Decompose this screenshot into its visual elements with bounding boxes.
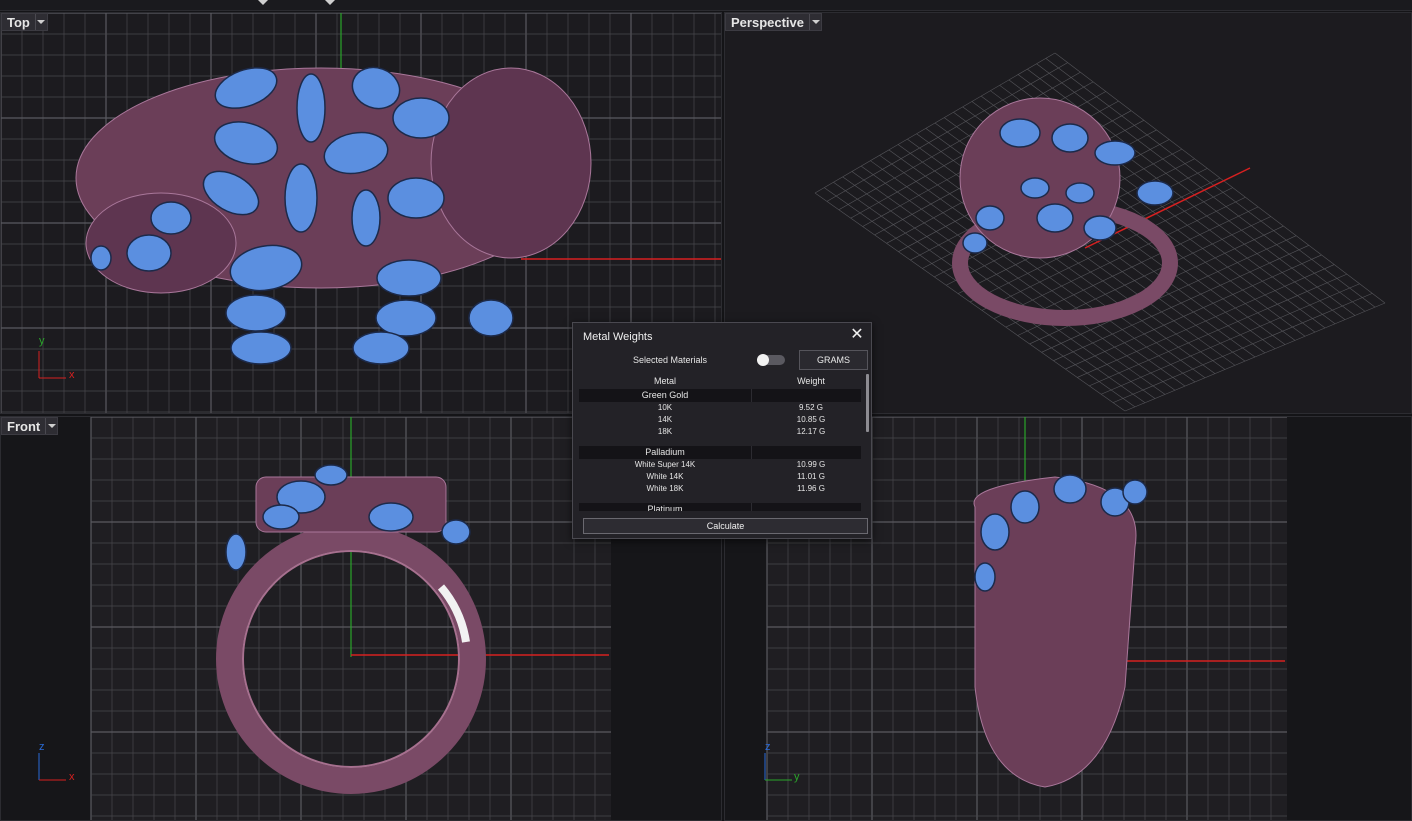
group-name: Platinum <box>647 504 683 511</box>
toolbar-marker-icon <box>325 0 335 5</box>
metal-weight: 10.85 G <box>796 415 826 424</box>
group-name: Palladium <box>645 447 685 457</box>
table-scrollbar[interactable] <box>866 374 869 432</box>
table-row[interactable]: White 14K 11.01 G <box>579 471 861 483</box>
viewport-title: Perspective <box>731 14 804 30</box>
viewport-label-front[interactable]: Front <box>1 417 59 435</box>
gizmo-axis-label: x <box>69 771 75 783</box>
gizmo-axis-label: z <box>39 741 45 753</box>
selected-materials-label: Selected Materials <box>633 355 708 365</box>
gizmo-axis-label: y <box>39 335 45 347</box>
metal-weight: 9.52 G <box>798 403 823 412</box>
metal-weight: 10.99 G <box>796 460 826 469</box>
chevron-down-icon[interactable] <box>45 418 57 434</box>
table-row[interactable]: White 18K 11.96 G <box>579 483 861 495</box>
table-row[interactable]: 10K 9.52 G <box>579 402 861 414</box>
table-row[interactable]: White Super 14K 10.99 G <box>579 459 861 471</box>
metal-weights-table[interactable]: Metal Weight Green Gold 10K 9.52 G 14K 10.85… <box>579 374 869 511</box>
column-header-weight: Weight <box>797 376 825 386</box>
selected-materials-toggle[interactable] <box>757 354 785 366</box>
chevron-down-icon[interactable] <box>34 14 47 30</box>
toolbar-marker-icon <box>258 0 268 5</box>
metal-name: 10K <box>657 403 673 412</box>
table-row[interactable]: 14K 10.85 G <box>579 414 861 426</box>
metal-weights-dialog[interactable]: Metal Weights ✕ Selected Materials GRAMS… <box>572 322 872 539</box>
viewport-label-top[interactable]: Top <box>1 13 48 31</box>
top-toolbar-strip <box>0 0 1412 11</box>
gizmo-axis-label: y <box>794 771 800 783</box>
column-header-metal: Metal <box>653 376 676 386</box>
viewport-label-perspective[interactable]: Perspective <box>725 13 822 31</box>
group-name: Green Gold <box>641 390 689 400</box>
metal-weight: 11.01 G <box>797 472 825 481</box>
close-icon[interactable]: ✕ <box>849 327 865 343</box>
group-header-row[interactable]: Palladium <box>579 446 861 459</box>
metal-name: 14K <box>657 415 673 424</box>
toggle-knob <box>757 354 769 366</box>
calculate-button[interactable]: Calculate <box>583 518 868 534</box>
metal-weight: 12.17 G <box>796 427 826 436</box>
table-body: Green Gold 10K 9.52 G 14K 10.85 G 18K 12.17 G P… <box>579 388 861 511</box>
metal-name: 18K <box>657 427 673 436</box>
table-row[interactable]: 18K 12.17 G <box>579 426 861 438</box>
viewport-title: Front <box>7 418 41 434</box>
metal-weight: 11.96 G <box>797 484 825 493</box>
gizmo-axis-label: x <box>69 369 75 381</box>
viewport-title: Top <box>7 14 30 30</box>
metal-name: White Super 14K <box>634 460 696 469</box>
units-button[interactable]: GRAMS <box>799 350 868 370</box>
dialog-title: Metal Weights <box>583 331 653 343</box>
metal-name: White 18K <box>646 484 684 493</box>
group-header-row[interactable]: Platinum <box>579 503 861 511</box>
metal-name: White 14K <box>646 472 684 481</box>
chevron-down-icon[interactable] <box>809 14 821 30</box>
gizmo-axis-label: z <box>765 741 771 753</box>
group-header-row[interactable]: Green Gold <box>579 389 861 402</box>
ring-model-top <box>75 66 592 365</box>
table-header: Metal Weight <box>579 374 861 388</box>
